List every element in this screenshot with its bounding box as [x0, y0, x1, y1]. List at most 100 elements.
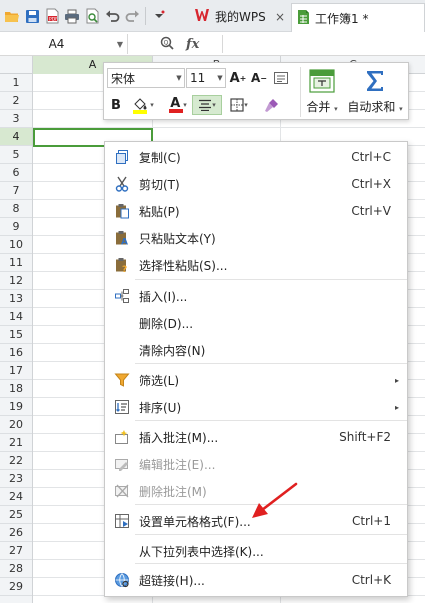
- clear-format-button[interactable]: [272, 69, 290, 87]
- row-header[interactable]: 3: [0, 110, 32, 128]
- increase-font-size-button[interactable]: A +: [229, 69, 247, 87]
- clear-format-icon: [274, 72, 288, 84]
- chevron-down-icon[interactable]: ▾: [244, 101, 248, 109]
- row-header[interactable]: 7: [0, 182, 32, 200]
- chevron-down-icon[interactable]: ▾: [150, 101, 154, 109]
- row-header[interactable]: 19: [0, 398, 32, 416]
- wps-logo-icon: [194, 8, 212, 25]
- bold-button[interactable]: B: [108, 96, 124, 114]
- chevron-down-icon[interactable]: ▾: [399, 105, 403, 113]
- export-pdf-icon[interactable]: PDF: [43, 7, 61, 25]
- context-menu-item[interactable]: A 只粘贴文本(Y): [105, 225, 407, 251]
- menu-item-shortcut: Ctrl+X: [351, 177, 391, 191]
- context-menu-item[interactable]: ? 选择性粘贴(S)...: [105, 252, 407, 278]
- more-icon[interactable]: [150, 7, 168, 25]
- formula-input[interactable]: [222, 35, 425, 53]
- font-color-button[interactable]: A ▾: [162, 95, 192, 115]
- font-grow-icon: A: [229, 70, 240, 86]
- chevron-down-icon[interactable]: ▼: [174, 74, 184, 82]
- chevron-down-icon[interactable]: ▾: [212, 101, 216, 109]
- row-header[interactable]: 16: [0, 344, 32, 362]
- menu-item-label: 编辑批注(E)...: [139, 457, 216, 472]
- zoom-search-icon[interactable]: Q: [160, 36, 174, 53]
- row-header[interactable]: 28: [0, 560, 32, 578]
- context-menu-item[interactable]: 粘贴(P) Ctrl+V: [105, 198, 407, 224]
- context-menu-item[interactable]: 复制(C) Ctrl+C: [105, 144, 407, 170]
- name-box[interactable]: A4 ▼: [0, 34, 128, 54]
- row-header[interactable]: 18: [0, 380, 32, 398]
- fill-color-button[interactable]: ▾: [128, 95, 158, 115]
- align-center-button[interactable]: ▾: [192, 95, 222, 115]
- row-header[interactable]: 10: [0, 236, 32, 254]
- menu-item-label: 从下拉列表中选择(K)...: [139, 544, 264, 559]
- menu-item-label: 删除(D)...: [139, 316, 194, 331]
- row-header[interactable]: 24: [0, 488, 32, 506]
- menu-item-label: 复制(C): [139, 150, 181, 165]
- row-header[interactable]: 6: [0, 164, 32, 182]
- decrease-font-size-button[interactable]: A −: [250, 69, 268, 87]
- open-folder-icon[interactable]: [3, 7, 21, 25]
- row-header[interactable]: 15: [0, 326, 32, 344]
- context-menu-item[interactable]: 清除内容(N): [105, 337, 407, 363]
- row-header[interactable]: 9: [0, 218, 32, 236]
- context-menu-item[interactable]: 剪切(T) Ctrl+X: [105, 171, 407, 197]
- row-header[interactable]: 4: [0, 128, 32, 146]
- row-header[interactable]: 25: [0, 506, 32, 524]
- autosum-label: 自动求和 ▾: [347, 100, 403, 114]
- row-header[interactable]: 2: [0, 92, 32, 110]
- row-header[interactable]: 20: [0, 416, 32, 434]
- context-menu-item[interactable]: 超链接(H)... Ctrl+K: [105, 567, 407, 593]
- row-header[interactable]: 23: [0, 470, 32, 488]
- row-header[interactable]: 5: [0, 146, 32, 164]
- font-family-select[interactable]: 宋体 ▼: [107, 68, 185, 88]
- undo-icon[interactable]: [103, 7, 121, 25]
- autosum-button[interactable]: 自动求和 ▾: [342, 67, 408, 117]
- context-menu-item[interactable]: 插入批注(M)... Shift+F2: [105, 424, 407, 450]
- tab-workbook1[interactable]: 工作簿1 *: [291, 3, 425, 32]
- menu-item-label: 筛选(L): [139, 373, 180, 388]
- select-all-corner[interactable]: [0, 56, 33, 74]
- row-header[interactable]: 11: [0, 254, 32, 272]
- tab-my-wps[interactable]: 我的WPS ×: [189, 3, 290, 30]
- insert-cells-icon: [113, 287, 131, 305]
- print-preview-icon[interactable]: [83, 7, 101, 25]
- row-header[interactable]: 13: [0, 290, 32, 308]
- context-menu-item[interactable]: 插入(I)...: [105, 283, 407, 309]
- row-header[interactable]: 29: [0, 578, 32, 596]
- row-header[interactable]: 8: [0, 200, 32, 218]
- toolbar-separator: [300, 67, 301, 117]
- context-menu-item[interactable]: 删除(D)...: [105, 310, 407, 336]
- save-icon[interactable]: [23, 7, 41, 25]
- redo-icon[interactable]: [123, 7, 141, 25]
- row-header[interactable]: 22: [0, 452, 32, 470]
- chevron-down-icon[interactable]: ▾: [183, 101, 187, 109]
- chevron-down-icon[interactable]: ▾: [334, 105, 338, 113]
- font-size-select[interactable]: 11 ▼: [186, 68, 226, 88]
- borders-button[interactable]: ▾: [224, 95, 254, 115]
- context-menu-item[interactable]: 筛选(L) ▸: [105, 367, 407, 393]
- menu-item-label: 设置单元格格式(F)...: [139, 514, 251, 529]
- format-cells-icon: [113, 512, 131, 530]
- chevron-down-icon[interactable]: ▼: [113, 40, 127, 49]
- menu-separator: [135, 279, 407, 280]
- row-header[interactable]: 21: [0, 434, 32, 452]
- merge-cells-button[interactable]: 合并 ▾: [304, 67, 340, 117]
- row-header[interactable]: 1: [0, 74, 32, 92]
- menu-separator: [135, 363, 407, 364]
- print-icon[interactable]: [63, 7, 81, 25]
- chevron-down-icon[interactable]: ▼: [215, 74, 225, 82]
- row-header[interactable]: 27: [0, 542, 32, 560]
- close-icon[interactable]: ×: [274, 10, 286, 24]
- row-header[interactable]: 17: [0, 362, 32, 380]
- menu-item-label: 剪切(T): [139, 177, 180, 192]
- insert-function-icon[interactable]: fx: [186, 37, 199, 52]
- insert-comment-icon: [113, 428, 131, 446]
- row-header[interactable]: 12: [0, 272, 32, 290]
- row-header[interactable]: 26: [0, 524, 32, 542]
- context-menu-item[interactable]: 设置单元格格式(F)... Ctrl+1: [105, 508, 407, 534]
- row-header[interactable]: 14: [0, 308, 32, 326]
- context-menu-item[interactable]: 从下拉列表中选择(K)...: [105, 538, 407, 564]
- context-menu-item[interactable]: 排序(U) ▸: [105, 394, 407, 420]
- edit-comment-icon: [113, 455, 131, 473]
- format-painter-button[interactable]: [262, 95, 282, 115]
